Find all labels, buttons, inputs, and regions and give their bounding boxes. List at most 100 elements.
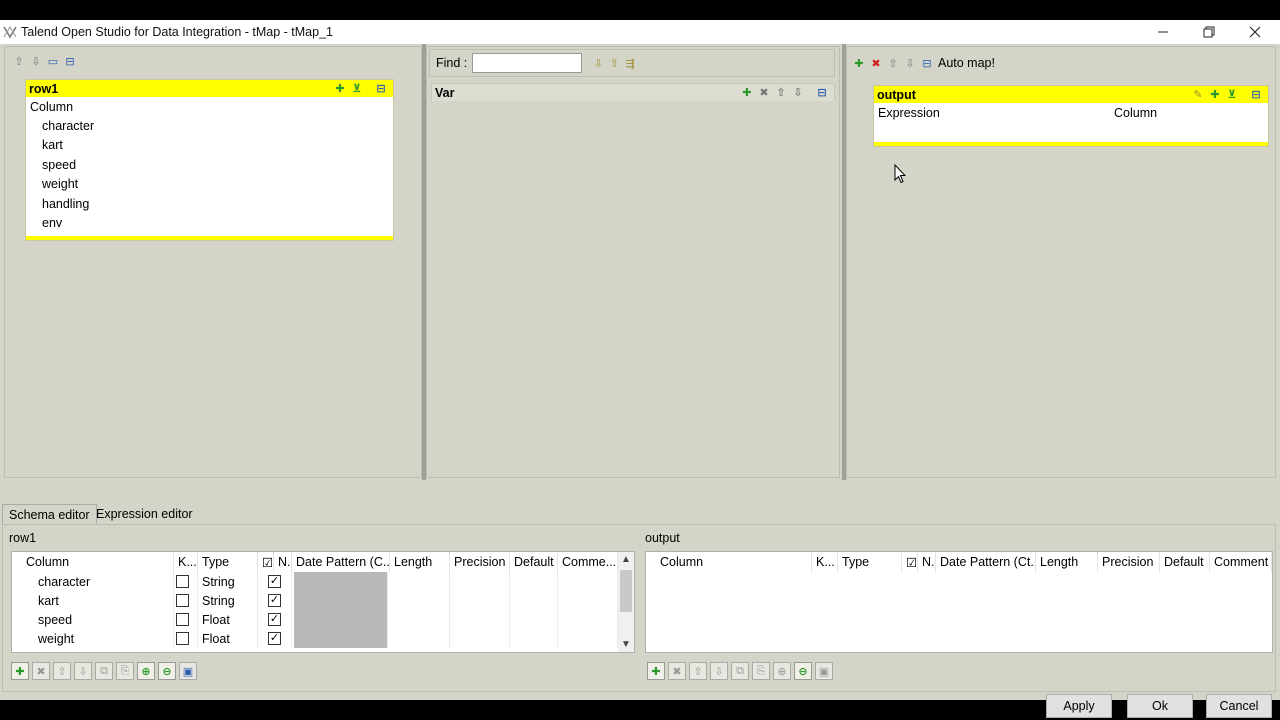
var-up-icon[interactable]: ⇧: [773, 85, 789, 101]
apply-button[interactable]: Apply: [1046, 694, 1112, 718]
cell-precision[interactable]: [450, 610, 510, 629]
nullable-checkbox-box[interactable]: ✓: [268, 613, 281, 626]
table-row[interactable]: weight Float ✓: [12, 629, 634, 648]
cell-comment[interactable]: [558, 629, 618, 648]
table-settings-button[interactable]: ⊟: [62, 53, 78, 69]
cell-column[interactable]: weight: [12, 629, 174, 648]
input-column[interactable]: weight: [26, 175, 393, 194]
highlight-all-icon[interactable]: ⇶: [622, 55, 638, 71]
cancel-button[interactable]: Cancel: [1206, 694, 1272, 718]
close-button[interactable]: [1232, 20, 1278, 44]
add-row-button[interactable]: ✚: [647, 662, 665, 680]
save-schema-button[interactable]: ▣: [815, 662, 833, 680]
col-header-type[interactable]: Type: [838, 552, 902, 572]
minimize-table-icon[interactable]: ⊟: [373, 81, 389, 97]
cell-type[interactable]: Float: [198, 629, 258, 648]
cell-column[interactable]: character: [12, 572, 174, 591]
move-row-down-button[interactable]: ⇩: [74, 662, 92, 680]
move-row-down-button[interactable]: ⇩: [710, 662, 728, 680]
col-header-comment[interactable]: Comment: [1210, 552, 1272, 572]
remove-row-button[interactable]: ✖: [668, 662, 686, 680]
cell-column[interactable]: speed: [12, 610, 174, 629]
ok-button[interactable]: Ok: [1127, 694, 1193, 718]
cell-column[interactable]: kart: [12, 591, 174, 610]
import-schema-button[interactable]: ⊕: [137, 662, 155, 680]
cell-precision[interactable]: [450, 629, 510, 648]
remove-var-icon[interactable]: ✖: [756, 85, 772, 101]
cell-default[interactable]: [510, 572, 558, 591]
add-row-button[interactable]: ✚: [11, 662, 29, 680]
table-row[interactable]: kart String ✓: [12, 591, 634, 610]
copy-row-button[interactable]: ⧉: [731, 662, 749, 680]
cell-comment[interactable]: [558, 610, 618, 629]
import-schema-button[interactable]: ⊕: [773, 662, 791, 680]
minimize-button[interactable]: [1140, 20, 1186, 44]
col-header-date-pattern[interactable]: Date Pattern (Ct...: [936, 552, 1036, 572]
input-column[interactable]: handling: [26, 194, 393, 213]
copy-row-button[interactable]: ⧉: [95, 662, 113, 680]
cell-precision[interactable]: [450, 591, 510, 610]
nullable-checkbox[interactable]: ✓: [258, 610, 292, 629]
input-column[interactable]: character: [26, 116, 393, 135]
col-header-nullable[interactable]: N.: [918, 552, 936, 572]
col-header-nullable[interactable]: N.: [274, 552, 292, 572]
nullable-checkbox-box[interactable]: ✓: [268, 594, 281, 607]
input-column[interactable]: kart: [26, 136, 393, 155]
cell-comment[interactable]: [558, 572, 618, 591]
table-row[interactable]: speed Float ✓: [12, 610, 634, 629]
col-header-key[interactable]: K...: [174, 552, 198, 572]
add-output-button[interactable]: ✚: [851, 55, 867, 71]
cell-date-pattern[interactable]: [294, 591, 388, 610]
key-checkbox-box[interactable]: [176, 632, 189, 645]
find-previous-icon[interactable]: ⇧: [606, 55, 622, 71]
output-join-icon[interactable]: ✚: [1207, 87, 1223, 103]
save-schema-button[interactable]: ▣: [179, 662, 197, 680]
move-down-button[interactable]: ⇩: [28, 53, 44, 69]
filter-icon[interactable]: ⊻: [349, 81, 365, 97]
cell-comment[interactable]: [558, 591, 618, 610]
col-header-type[interactable]: Type: [198, 552, 258, 572]
cell-date-pattern[interactable]: [294, 572, 388, 591]
col-header-key[interactable]: K...: [812, 552, 838, 572]
var-down-icon[interactable]: ⇩: [790, 85, 806, 101]
cell-date-pattern[interactable]: [294, 610, 388, 629]
col-header-nullable-check[interactable]: ☑: [902, 552, 918, 572]
find-next-icon[interactable]: ⇩: [590, 55, 606, 71]
col-header-column[interactable]: Column: [12, 552, 174, 572]
cell-default[interactable]: [510, 629, 558, 648]
key-checkbox-box[interactable]: [176, 575, 189, 588]
move-row-up-button[interactable]: ⇧: [53, 662, 71, 680]
nullable-checkbox-box[interactable]: ✓: [268, 632, 281, 645]
remove-row-button[interactable]: ✖: [32, 662, 50, 680]
col-header-default[interactable]: Default: [510, 552, 558, 572]
auto-map-button[interactable]: Auto map!: [938, 56, 995, 70]
cell-type[interactable]: String: [198, 572, 258, 591]
output-up-button[interactable]: ⇧: [885, 55, 901, 71]
key-checkbox[interactable]: [174, 629, 198, 648]
key-checkbox-box[interactable]: [176, 594, 189, 607]
output-edit-icon[interactable]: ✎: [1190, 87, 1206, 103]
remove-output-button[interactable]: ✖: [868, 55, 884, 71]
output-down-button[interactable]: ⇩: [902, 55, 918, 71]
cell-date-pattern[interactable]: [294, 629, 388, 648]
add-var-icon[interactable]: ✚: [739, 85, 755, 101]
cell-length[interactable]: [390, 591, 450, 610]
output-filter-icon[interactable]: ⊻: [1224, 87, 1240, 103]
cell-default[interactable]: [510, 591, 558, 610]
restore-button[interactable]: [1186, 20, 1232, 44]
tab-expression-editor[interactable]: Expression editor: [90, 504, 199, 524]
input-column[interactable]: env: [26, 213, 393, 232]
move-row-up-button[interactable]: ⇧: [689, 662, 707, 680]
cell-length[interactable]: [390, 629, 450, 648]
find-input[interactable]: [472, 53, 583, 73]
key-checkbox[interactable]: [174, 572, 198, 591]
minimize-var-icon[interactable]: ⊟: [814, 85, 830, 101]
cell-length[interactable]: [390, 610, 450, 629]
scroll-down-icon[interactable]: ▼: [621, 639, 631, 650]
export-schema-button[interactable]: ⊖: [158, 662, 176, 680]
cell-default[interactable]: [510, 610, 558, 629]
nullable-checkbox[interactable]: ✓: [258, 629, 292, 648]
input-column[interactable]: speed: [26, 155, 393, 174]
col-header-default[interactable]: Default: [1160, 552, 1210, 572]
cell-length[interactable]: [390, 572, 450, 591]
